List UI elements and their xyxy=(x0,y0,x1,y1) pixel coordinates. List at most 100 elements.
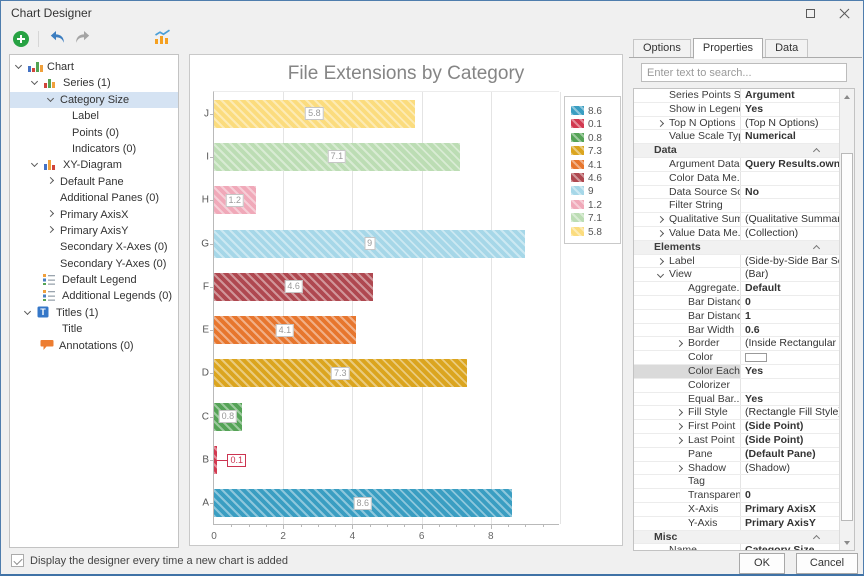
property-value[interactable]: Query Results.owner_n... xyxy=(741,158,839,171)
search-input[interactable] xyxy=(641,63,847,82)
property-value[interactable]: 0 xyxy=(741,489,839,502)
property-row-shadow[interactable]: Shadow(Shadow) xyxy=(634,462,839,476)
expand-arrow-icon[interactable] xyxy=(657,258,664,265)
property-value[interactable]: Category Size xyxy=(741,544,839,550)
expand-arrow-icon[interactable] xyxy=(676,464,683,471)
collapse-arrow-icon[interactable] xyxy=(657,271,664,278)
property-value[interactable]: Argument xyxy=(741,89,839,102)
collapse-arrow-icon[interactable] xyxy=(31,78,38,85)
property-row-border[interactable]: Border(Inside Rectangular Bor... xyxy=(634,337,839,351)
property-value[interactable]: 1 xyxy=(741,310,839,323)
add-chart-element-button[interactable] xyxy=(10,28,32,50)
ok-button[interactable]: OK xyxy=(739,553,785,574)
tree-item-title[interactable]: Title xyxy=(10,321,178,337)
scrollbar[interactable] xyxy=(839,89,854,550)
property-row-y-axis[interactable]: Y-AxisPrimary AxisY xyxy=(634,517,839,531)
property-value[interactable]: 0.6 xyxy=(741,324,839,337)
legend-item[interactable]: 1.2 xyxy=(571,197,620,210)
tree-item-points-0[interactable]: Points (0) xyxy=(10,125,178,141)
property-row-transparency[interactable]: Transparency0 xyxy=(634,489,839,503)
category-row-misc[interactable]: Misc xyxy=(634,531,839,545)
property-value[interactable] xyxy=(741,351,839,364)
expand-arrow-icon[interactable] xyxy=(47,209,54,216)
property-value[interactable] xyxy=(741,199,839,212)
property-row-top-n-options[interactable]: Top N Options(Top N Options) xyxy=(634,117,839,131)
tree-item-annotations-0[interactable]: Annotations (0) xyxy=(10,338,178,354)
property-value[interactable]: (Side-by-Side Bar Series... xyxy=(741,255,839,268)
property-value[interactable]: (Inside Rectangular Bor... xyxy=(741,337,839,350)
tree-item-primary-axisx[interactable]: Primary AxisX xyxy=(10,207,178,223)
close-button[interactable] xyxy=(829,3,859,23)
chart-legend[interactable]: 8.60.10.87.34.14.691.27.15.8 xyxy=(564,96,621,244)
color-swatch[interactable] xyxy=(745,353,767,362)
checkbox-icon[interactable] xyxy=(11,554,24,567)
tree-item-series-1[interactable]: Series (1) xyxy=(10,75,178,91)
tree-item-additional-panes-0[interactable]: Additional Panes (0) xyxy=(10,190,178,206)
property-row-last-point[interactable]: Last Point(Side Point) xyxy=(634,434,839,448)
property-value[interactable]: (Qualitative Summary O... xyxy=(741,213,839,226)
property-value[interactable]: Yes xyxy=(741,365,839,378)
property-row-data-source-sor[interactable]: Data Source Sor...No xyxy=(634,186,839,200)
property-row-name[interactable]: NameCategory Size xyxy=(634,544,839,550)
property-row-view[interactable]: View(Bar) xyxy=(634,268,839,282)
property-row-bar-distance[interactable]: Bar Distance0 xyxy=(634,296,839,310)
chart-type-button[interactable] xyxy=(151,28,173,50)
redo-button[interactable] xyxy=(71,28,93,50)
legend-item[interactable]: 8.6 xyxy=(571,103,620,116)
expand-arrow-icon[interactable] xyxy=(657,216,664,223)
property-value[interactable]: No xyxy=(741,186,839,199)
display-designer-checkbox[interactable]: Display the designer every time a new ch… xyxy=(11,554,288,567)
property-row-bar-distanc[interactable]: Bar Distanc...1 xyxy=(634,310,839,324)
property-row-x-axis[interactable]: X-AxisPrimary AxisX xyxy=(634,503,839,517)
property-row-color[interactable]: Color xyxy=(634,351,839,365)
tree-item-default-legend[interactable]: Default Legend xyxy=(10,272,178,288)
expand-arrow-icon[interactable] xyxy=(657,120,664,127)
property-row-colorizer[interactable]: Colorizer xyxy=(634,379,839,393)
property-value[interactable]: (Side Point) xyxy=(741,434,839,447)
property-value[interactable]: 0 xyxy=(741,296,839,309)
tree-item-label[interactable]: Label xyxy=(10,108,178,124)
legend-item[interactable]: 0.8 xyxy=(571,130,620,143)
tree-item-secondary-x-axes-0[interactable]: Secondary X-Axes (0) xyxy=(10,239,178,255)
collapse-arrow-icon[interactable] xyxy=(31,160,38,167)
property-value[interactable]: (Rectangle Fill Style) xyxy=(741,406,839,419)
property-row-filter-string[interactable]: Filter String xyxy=(634,199,839,213)
tab-options[interactable]: Options xyxy=(633,39,691,58)
expand-arrow-icon[interactable] xyxy=(676,409,683,416)
tree-item-indicators-0[interactable]: Indicators (0) xyxy=(10,141,178,157)
tab-data[interactable]: Data xyxy=(765,39,808,58)
property-row-label[interactable]: Label(Side-by-Side Bar Series... xyxy=(634,255,839,269)
property-value[interactable]: (Collection) xyxy=(741,227,839,240)
property-value[interactable] xyxy=(741,475,839,488)
property-row-fill-style[interactable]: Fill Style(Rectangle Fill Style) xyxy=(634,406,839,420)
expand-arrow-icon[interactable] xyxy=(47,226,54,233)
tree-item-chart[interactable]: Chart xyxy=(10,59,178,75)
property-row-bar-width[interactable]: Bar Width0.6 xyxy=(634,324,839,338)
property-value[interactable]: (Shadow) xyxy=(741,462,839,475)
tree-item-titles-1[interactable]: TTitles (1) xyxy=(10,305,178,321)
legend-item[interactable]: 9 xyxy=(571,183,620,196)
category-row-data[interactable]: Data xyxy=(634,144,839,158)
property-row-show-in-legend[interactable]: Show in LegendYes xyxy=(634,103,839,117)
property-value[interactable]: (Top N Options) xyxy=(741,117,839,130)
tree-item-default-pane[interactable]: Default Pane xyxy=(10,174,178,190)
property-row-tag[interactable]: Tag xyxy=(634,475,839,489)
maximize-button[interactable] xyxy=(795,3,825,23)
legend-item[interactable]: 7.1 xyxy=(571,210,620,223)
property-value[interactable] xyxy=(741,379,839,392)
property-row-equal-bar[interactable]: Equal Bar...Yes xyxy=(634,393,839,407)
property-value[interactable]: Yes xyxy=(741,103,839,116)
property-value[interactable]: Yes xyxy=(741,393,839,406)
property-value[interactable]: Primary AxisX xyxy=(741,503,839,516)
tree-item-additional-legends-0[interactable]: Additional Legends (0) xyxy=(10,288,178,304)
expand-arrow-icon[interactable] xyxy=(657,230,664,237)
property-row-color-data-me[interactable]: Color Data Me... xyxy=(634,172,839,186)
scrollbar-thumb[interactable] xyxy=(841,153,853,521)
tree-item-secondary-y-axes-0[interactable]: Secondary Y-Axes (0) xyxy=(10,256,178,272)
property-value[interactable]: (Default Pane) xyxy=(741,448,839,461)
property-value[interactable]: (Bar) xyxy=(741,268,839,281)
titlebar[interactable]: Chart Designer xyxy=(1,1,863,25)
legend-item[interactable]: 7.3 xyxy=(571,143,620,156)
expand-arrow-icon[interactable] xyxy=(676,437,683,444)
collapse-arrow-icon[interactable] xyxy=(47,95,54,102)
